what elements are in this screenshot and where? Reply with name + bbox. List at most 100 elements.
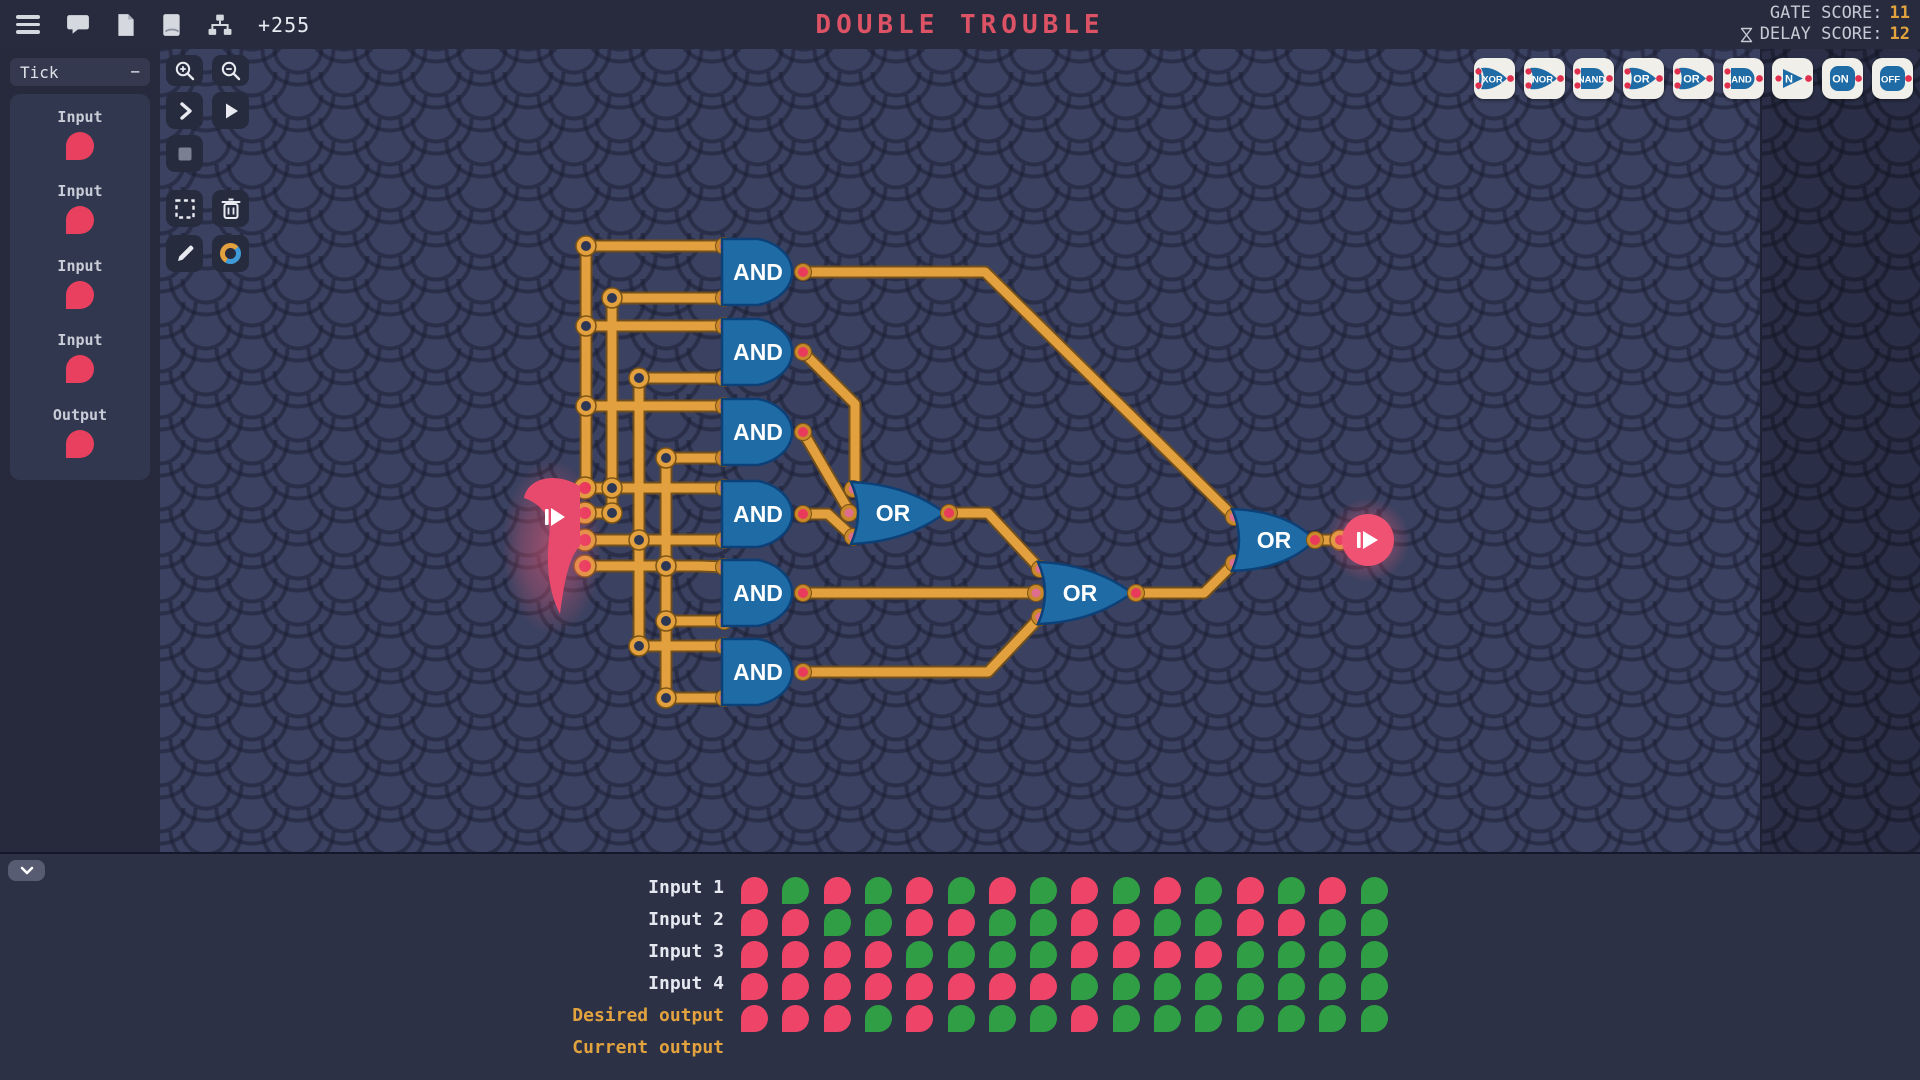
signal-on-dot xyxy=(1319,973,1346,1000)
signal-off-dot xyxy=(948,973,975,1000)
signal-off-dot xyxy=(1071,1005,1098,1032)
component-label: Input xyxy=(57,331,102,349)
and-gate-icon: AND xyxy=(1723,58,1764,99)
palette-and-button[interactable]: AND xyxy=(1723,58,1764,99)
level-title: DOUBLE TROUBLE xyxy=(815,10,1104,40)
component-item-input[interactable]: Input xyxy=(57,331,102,405)
zoom-in-button[interactable] xyxy=(166,55,203,86)
signal-blob-icon xyxy=(66,132,94,160)
stop-button[interactable] xyxy=(166,135,203,172)
signal-on-dot xyxy=(1195,1005,1222,1032)
hierarchy-icon[interactable] xyxy=(208,14,232,36)
signal-off-dot xyxy=(824,973,851,1000)
signal-off-dot xyxy=(741,909,768,936)
palette-or-button[interactable]: OR xyxy=(1673,58,1714,99)
signal-on-dot xyxy=(1195,973,1222,1000)
signal-off-dot xyxy=(1154,877,1181,904)
signal-off-dot xyxy=(1195,941,1222,968)
signal-on-dot xyxy=(1278,941,1305,968)
signal-on-dot xyxy=(1361,909,1388,936)
signal-off-dot xyxy=(824,941,851,968)
signal-on-dot xyxy=(1030,1005,1057,1032)
file-icon[interactable] xyxy=(116,13,136,37)
signal-off-dot xyxy=(782,1005,809,1032)
app-window: Tick − InputInputInputInputOutput +255 D… xyxy=(0,0,1920,1080)
top-bar: +255 DOUBLE TROUBLE GATE SCORE:11 DELAY … xyxy=(0,0,1920,49)
signal-blob-icon xyxy=(66,206,94,234)
menu-icon[interactable] xyxy=(16,15,40,34)
component-item-input[interactable]: Input xyxy=(57,257,102,331)
or-gate-icon: OR xyxy=(1623,58,1664,99)
component-item-output[interactable]: Output xyxy=(53,406,107,480)
signal-on-dot xyxy=(1361,941,1388,968)
edit-button[interactable] xyxy=(166,235,203,272)
book-icon[interactable] xyxy=(162,13,182,37)
sidebar-header: Tick − xyxy=(10,58,150,86)
color-wheel-button[interactable] xyxy=(212,235,249,272)
trash-icon xyxy=(221,198,241,220)
signal-on-dot xyxy=(1154,909,1181,936)
palette-on-button[interactable]: ON xyxy=(1822,58,1863,99)
signal-on-dot xyxy=(1278,1005,1305,1032)
score-panel: GATE SCORE:11 DELAY SCORE:12 xyxy=(1740,3,1910,45)
signal-on-dot xyxy=(1278,877,1305,904)
signal-off-dot xyxy=(741,877,768,904)
signal-off-dot xyxy=(782,909,809,936)
off-gate-icon: OFF xyxy=(1872,58,1913,99)
on-gate-icon: ON xyxy=(1822,58,1863,99)
chat-icon[interactable] xyxy=(66,14,90,36)
signal-on-dot xyxy=(865,909,892,936)
signal-off-dot xyxy=(865,973,892,1000)
signal-off-dot xyxy=(865,941,892,968)
signal-on-dot xyxy=(1361,973,1388,1000)
signal-off-dot xyxy=(1071,909,1098,936)
signal-on-dot xyxy=(1195,877,1222,904)
palette-off-button[interactable]: OFF xyxy=(1872,58,1913,99)
signal-on-dot xyxy=(948,877,975,904)
component-item-input[interactable]: Input xyxy=(57,108,102,182)
palette-nor-button[interactable]: NOR xyxy=(1524,58,1565,99)
step-button[interactable] xyxy=(166,92,203,129)
signal-off-dot xyxy=(989,973,1016,1000)
delay-score-label: DELAY SCORE: xyxy=(1760,24,1883,45)
palette-n-button[interactable]: N xyxy=(1772,58,1813,99)
select-button[interactable] xyxy=(166,190,203,227)
component-item-input[interactable]: Input xyxy=(57,182,102,256)
signal-on-dot xyxy=(865,877,892,904)
nand-gate-icon: NAND xyxy=(1573,58,1614,99)
palette-or-button[interactable]: OR xyxy=(1623,58,1664,99)
collapse-button[interactable]: − xyxy=(130,64,140,80)
trash-button[interactable] xyxy=(212,190,249,227)
signal-on-dot xyxy=(1278,973,1305,1000)
signal-on-dot xyxy=(1030,941,1057,968)
signal-on-dot xyxy=(865,1005,892,1032)
component-label: Input xyxy=(57,257,102,275)
signal-on-dot xyxy=(989,941,1016,968)
play-button[interactable] xyxy=(212,92,249,129)
signal-off-dot xyxy=(989,877,1016,904)
circuit-canvas[interactable] xyxy=(160,49,1760,852)
signal-on-dot xyxy=(1237,973,1264,1000)
svg-text:AND: AND xyxy=(1731,75,1752,86)
signal-off-dot xyxy=(1154,941,1181,968)
gate-score-value: 11 xyxy=(1890,3,1910,24)
signal-off-dot xyxy=(741,941,768,968)
signal-on-dot xyxy=(782,877,809,904)
signal-blob-icon xyxy=(66,281,94,309)
collapse-table-button[interactable] xyxy=(8,860,45,881)
palette-xor-button[interactable]: XOR xyxy=(1474,58,1515,99)
signal-off-dot xyxy=(948,909,975,936)
sidebar: Tick − InputInputInputInputOutput xyxy=(0,49,160,852)
signal-on-dot xyxy=(1319,909,1346,936)
zoom-out-button[interactable] xyxy=(212,55,249,86)
signal-off-dot xyxy=(1113,909,1140,936)
delay-score-value: 12 xyxy=(1890,24,1910,45)
palette-nand-button[interactable]: NAND xyxy=(1573,58,1614,99)
table-row-label: Input 1 xyxy=(420,877,724,898)
signal-on-dot xyxy=(1030,909,1057,936)
svg-text:OFF: OFF xyxy=(1881,75,1900,86)
xor-gate-icon: XOR xyxy=(1474,58,1515,99)
zoom-in-icon xyxy=(174,60,196,82)
signal-off-dot xyxy=(1237,909,1264,936)
component-label: Output xyxy=(53,406,107,424)
